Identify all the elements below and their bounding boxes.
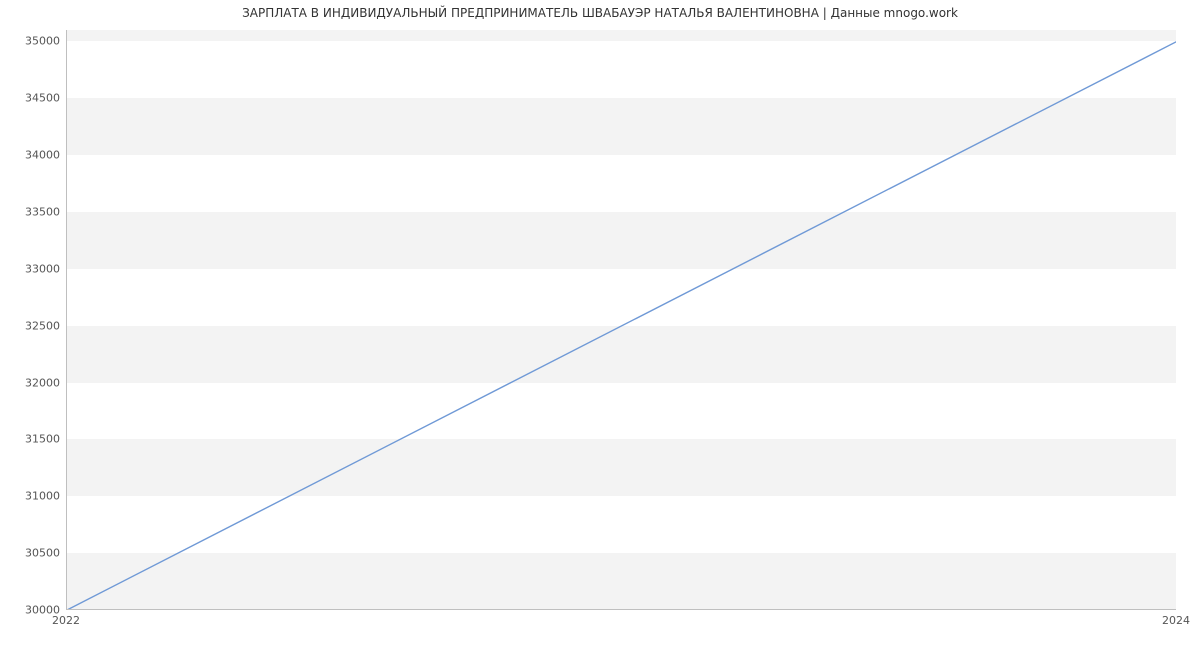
y-tick-label: 34500: [6, 92, 60, 105]
y-tick-label: 33500: [6, 205, 60, 218]
y-tick-label: 32000: [6, 376, 60, 389]
y-tick-label: 30500: [6, 547, 60, 560]
y-tick-label: 31000: [6, 490, 60, 503]
y-tick-label: 33000: [6, 262, 60, 275]
x-tick-label: 2024: [1162, 614, 1190, 627]
y-tick-label: 31500: [6, 433, 60, 446]
plot-area: [66, 30, 1176, 610]
x-tick-label: 2022: [52, 614, 80, 627]
y-tick-label: 35000: [6, 35, 60, 48]
y-tick-label: 32500: [6, 319, 60, 332]
chart-container: ЗАРПЛАТА В ИНДИВИДУАЛЬНЫЙ ПРЕДПРИНИМАТЕЛ…: [0, 0, 1200, 650]
chart-title: ЗАРПЛАТА В ИНДИВИДУАЛЬНЫЙ ПРЕДПРИНИМАТЕЛ…: [0, 6, 1200, 20]
line-series: [67, 30, 1176, 610]
y-tick-label: 34000: [6, 149, 60, 162]
